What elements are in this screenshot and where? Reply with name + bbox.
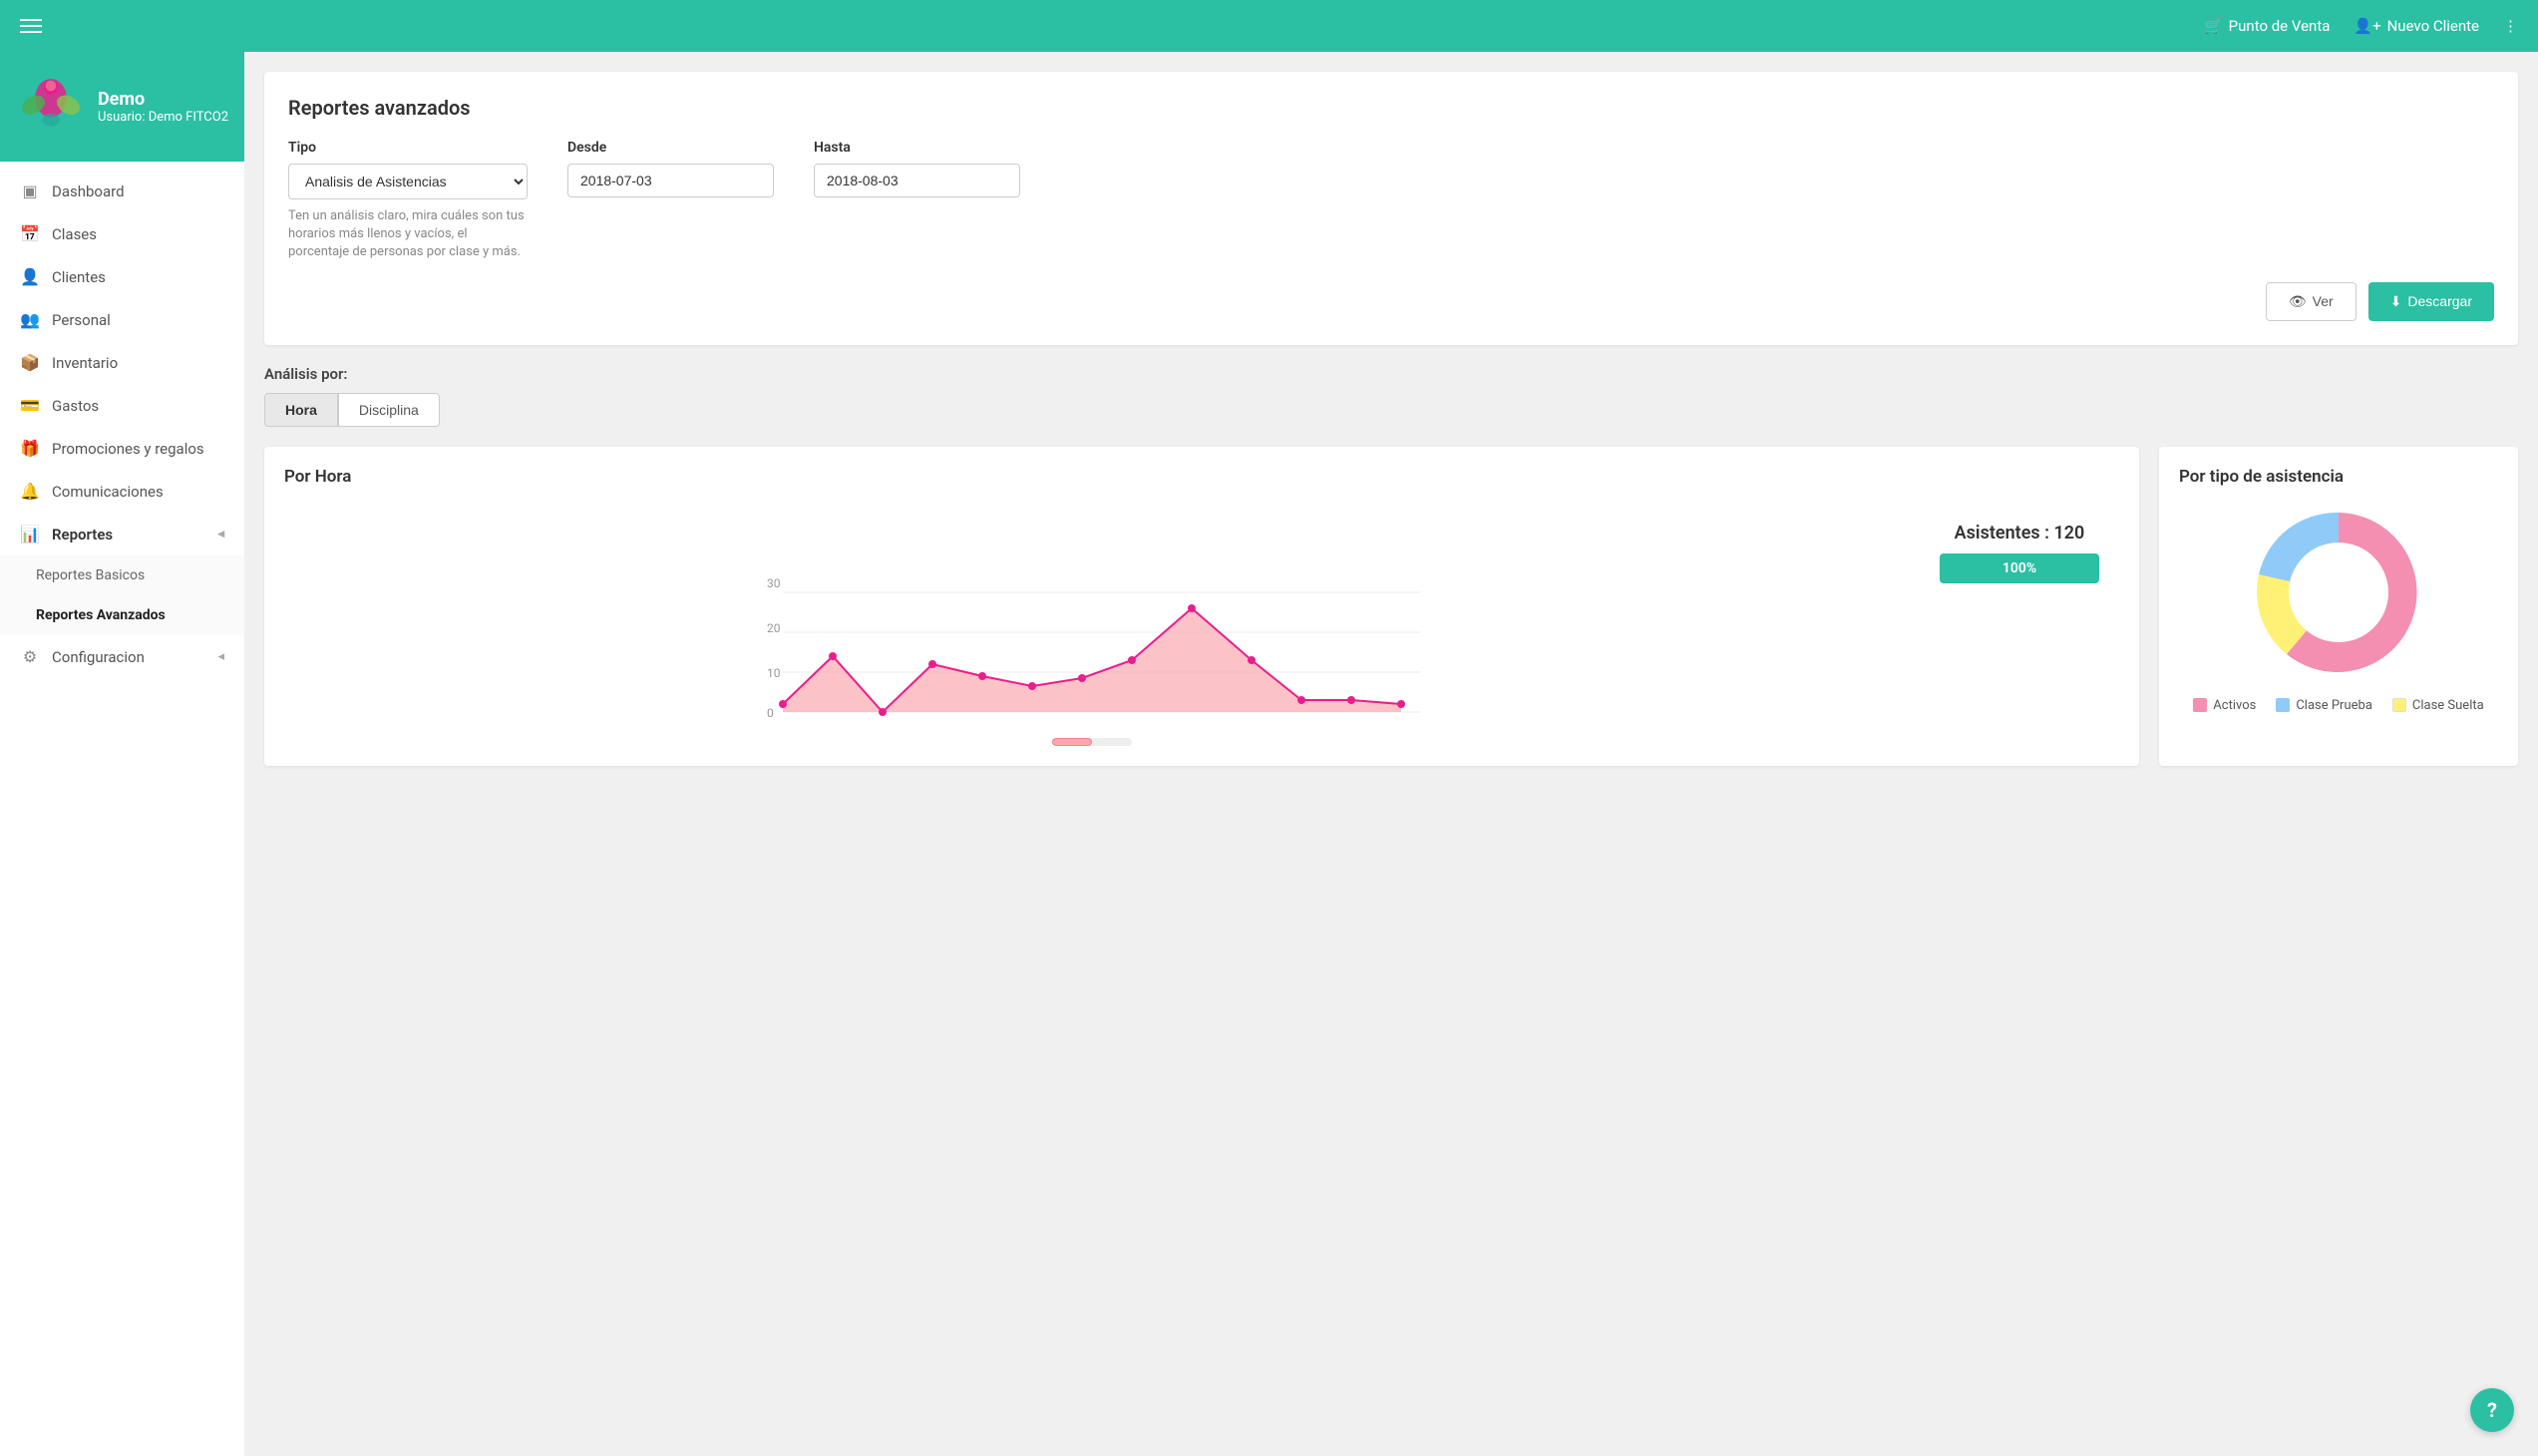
clientes-icon: 👤 bbox=[20, 267, 40, 286]
sidebar-label-reportes-basicos: Reportes Basicos bbox=[36, 567, 145, 583]
tipo-label: Tipo bbox=[288, 140, 528, 156]
sidebar-item-dashboard[interactable]: ▣ Dashboard bbox=[0, 170, 244, 212]
sidebar: Demo Usuario: Demo FITCO2 ▣ Dashboard 📅 … bbox=[0, 52, 244, 1456]
clase-prueba-label: Clase Prueba bbox=[2296, 698, 2372, 713]
clase-prueba-dot bbox=[2276, 698, 2290, 712]
donut-container: Activos Clase Prueba Clase Suelta bbox=[2179, 503, 2498, 713]
main-content: Reportes avanzados Tipo Analisis de Asis… bbox=[244, 52, 2538, 1456]
analysis-label: Análisis por: bbox=[264, 365, 2518, 383]
clase-suelta-dot bbox=[2392, 698, 2406, 712]
logo-icon bbox=[16, 72, 86, 142]
hasta-label: Hasta bbox=[814, 140, 1020, 156]
punto-de-venta[interactable]: 🛒 Punto de Venta bbox=[2204, 17, 2330, 35]
clase-suelta-label: Clase Suelta bbox=[2412, 698, 2484, 713]
sidebar-user: Demo Usuario: Demo FITCO2 bbox=[98, 89, 228, 125]
help-button[interactable]: ? bbox=[2470, 1388, 2514, 1432]
configuracion-arrow-icon: ◂ bbox=[217, 649, 224, 664]
sidebar-item-gastos[interactable]: 💳 Gastos bbox=[0, 384, 244, 427]
gastos-icon: 💳 bbox=[20, 396, 40, 415]
desde-label: Desde bbox=[567, 140, 774, 156]
sidebar-label-clientes: Clientes bbox=[52, 268, 106, 286]
sidebar-header: Demo Usuario: Demo FITCO2 bbox=[0, 52, 244, 162]
nuevo-cliente[interactable]: 👤+ Nuevo Cliente bbox=[2354, 17, 2479, 35]
tab-group: Hora Disciplina bbox=[264, 393, 2518, 427]
personal-icon: 👥 bbox=[20, 310, 40, 329]
sidebar-item-inventario[interactable]: 📦 Inventario bbox=[0, 341, 244, 384]
desde-group: Desde bbox=[567, 140, 774, 197]
attendees-bar: 100% bbox=[1940, 553, 2099, 583]
sidebar-label-reportes: Reportes bbox=[52, 526, 113, 544]
donut-legend: Activos Clase Prueba Clase Suelta bbox=[2193, 698, 2483, 713]
tab-hora[interactable]: Hora bbox=[264, 393, 338, 427]
chart-scrollbar[interactable] bbox=[284, 738, 1900, 746]
legend-clase-prueba: Clase Prueba bbox=[2276, 698, 2372, 713]
sidebar-item-clientes[interactable]: 👤 Clientes bbox=[0, 255, 244, 298]
inventario-icon: 📦 bbox=[20, 353, 40, 372]
sidebar-label-reportes-avanzados: Reportes Avanzados bbox=[36, 607, 166, 623]
configuracion-icon: ⚙ bbox=[20, 647, 40, 666]
sidebar-item-reportes[interactable]: 📊 Reportes ◂ bbox=[0, 513, 244, 555]
svg-text:10: 10 bbox=[767, 666, 781, 680]
sidebar-label-promociones: Promociones y regalos bbox=[52, 440, 204, 458]
clases-icon: 📅 bbox=[20, 224, 40, 243]
reportes-card: Reportes avanzados Tipo Analisis de Asis… bbox=[264, 72, 2518, 345]
attendees-label: Asistentes : 120 bbox=[1955, 523, 2085, 544]
promociones-icon: 🎁 bbox=[20, 439, 40, 458]
hora-chart-svg: 0 10 20 30 bbox=[284, 503, 1900, 722]
hora-chart-area: 0 10 20 30 bbox=[284, 503, 1900, 746]
sidebar-label-inventario: Inventario bbox=[52, 354, 118, 372]
descargar-button[interactable]: ⬇ Descargar bbox=[2368, 282, 2494, 321]
reportes-icon: 📊 bbox=[20, 525, 40, 544]
por-hora-card: Por Hora 0 10 20 30 bbox=[264, 447, 2139, 766]
por-tipo-card: Por tipo de asistencia bbox=[2159, 447, 2518, 766]
sidebar-nav: ▣ Dashboard 📅 Clases 👤 Clientes 👥 Person… bbox=[0, 162, 244, 1456]
legend-activos: Activos bbox=[2193, 698, 2256, 713]
sidebar-item-clases[interactable]: 📅 Clases bbox=[0, 212, 244, 255]
desde-input[interactable] bbox=[567, 164, 774, 197]
sidebar-label-gastos: Gastos bbox=[52, 397, 99, 415]
sidebar-label-personal: Personal bbox=[52, 311, 111, 329]
sidebar-item-promociones[interactable]: 🎁 Promociones y regalos bbox=[0, 427, 244, 470]
sidebar-label-comunicaciones: Comunicaciones bbox=[52, 483, 164, 501]
donut-chart-svg bbox=[2249, 503, 2428, 682]
svg-text:20: 20 bbox=[767, 621, 781, 635]
user-sub: Usuario: Demo FITCO2 bbox=[98, 110, 228, 125]
activos-dot bbox=[2193, 698, 2207, 712]
analysis-section: Análisis por: Hora Disciplina bbox=[264, 365, 2518, 427]
dashboard-icon: ▣ bbox=[20, 182, 40, 200]
topbar-dots[interactable]: ⋮ bbox=[2503, 19, 2518, 34]
sidebar-label-clases: Clases bbox=[52, 225, 97, 243]
sidebar-label-configuracion: Configuracion bbox=[52, 648, 145, 666]
svg-text:0: 0 bbox=[767, 706, 774, 720]
sidebar-item-reportes-basicos[interactable]: Reportes Basicos bbox=[0, 555, 244, 595]
hasta-group: Hasta bbox=[814, 140, 1020, 197]
tipo-description: Ten un análisis claro, mira cuáles son t… bbox=[288, 207, 528, 262]
tab-disciplina[interactable]: Disciplina bbox=[338, 393, 440, 427]
sidebar-item-reportes-avanzados[interactable]: Reportes Avanzados bbox=[0, 595, 244, 635]
user-name: Demo bbox=[98, 89, 228, 110]
reportes-submenu: Reportes Basicos Reportes Avanzados bbox=[0, 555, 244, 635]
legend-clase-suelta: Clase Suelta bbox=[2392, 698, 2484, 713]
sidebar-item-personal[interactable]: 👥 Personal bbox=[0, 298, 244, 341]
por-hora-title: Por Hora bbox=[284, 467, 2119, 487]
sidebar-label-dashboard: Dashboard bbox=[52, 182, 125, 200]
tipo-select[interactable]: Analisis de Asistencias Reporte de Clase… bbox=[288, 164, 528, 199]
tipo-group: Tipo Analisis de Asistencias Reporte de … bbox=[288, 140, 528, 262]
card-title: Reportes avanzados bbox=[288, 96, 2494, 120]
charts-row: Por Hora 0 10 20 30 bbox=[264, 447, 2518, 766]
comunicaciones-icon: 🔔 bbox=[20, 482, 40, 501]
por-tipo-title: Por tipo de asistencia bbox=[2179, 467, 2498, 487]
attendees-info: Asistentes : 120 100% bbox=[1920, 503, 2119, 746]
hasta-input[interactable] bbox=[814, 164, 1020, 197]
form-actions: 👁 Ver ⬇ Descargar bbox=[288, 282, 2494, 321]
sidebar-item-comunicaciones[interactable]: 🔔 Comunicaciones bbox=[0, 470, 244, 513]
topbar: 🛒 Punto de Venta 👤+ Nuevo Cliente ⋮ bbox=[0, 0, 2538, 52]
menu-icon[interactable] bbox=[20, 19, 42, 33]
activos-label: Activos bbox=[2213, 698, 2256, 713]
reportes-arrow-icon: ◂ bbox=[217, 527, 224, 542]
svg-text:30: 30 bbox=[767, 576, 781, 590]
ver-button[interactable]: 👁 Ver bbox=[2266, 282, 2357, 321]
sidebar-item-configuracion[interactable]: ⚙ Configuracion ◂ bbox=[0, 635, 244, 678]
form-row: Tipo Analisis de Asistencias Reporte de … bbox=[288, 140, 2494, 262]
